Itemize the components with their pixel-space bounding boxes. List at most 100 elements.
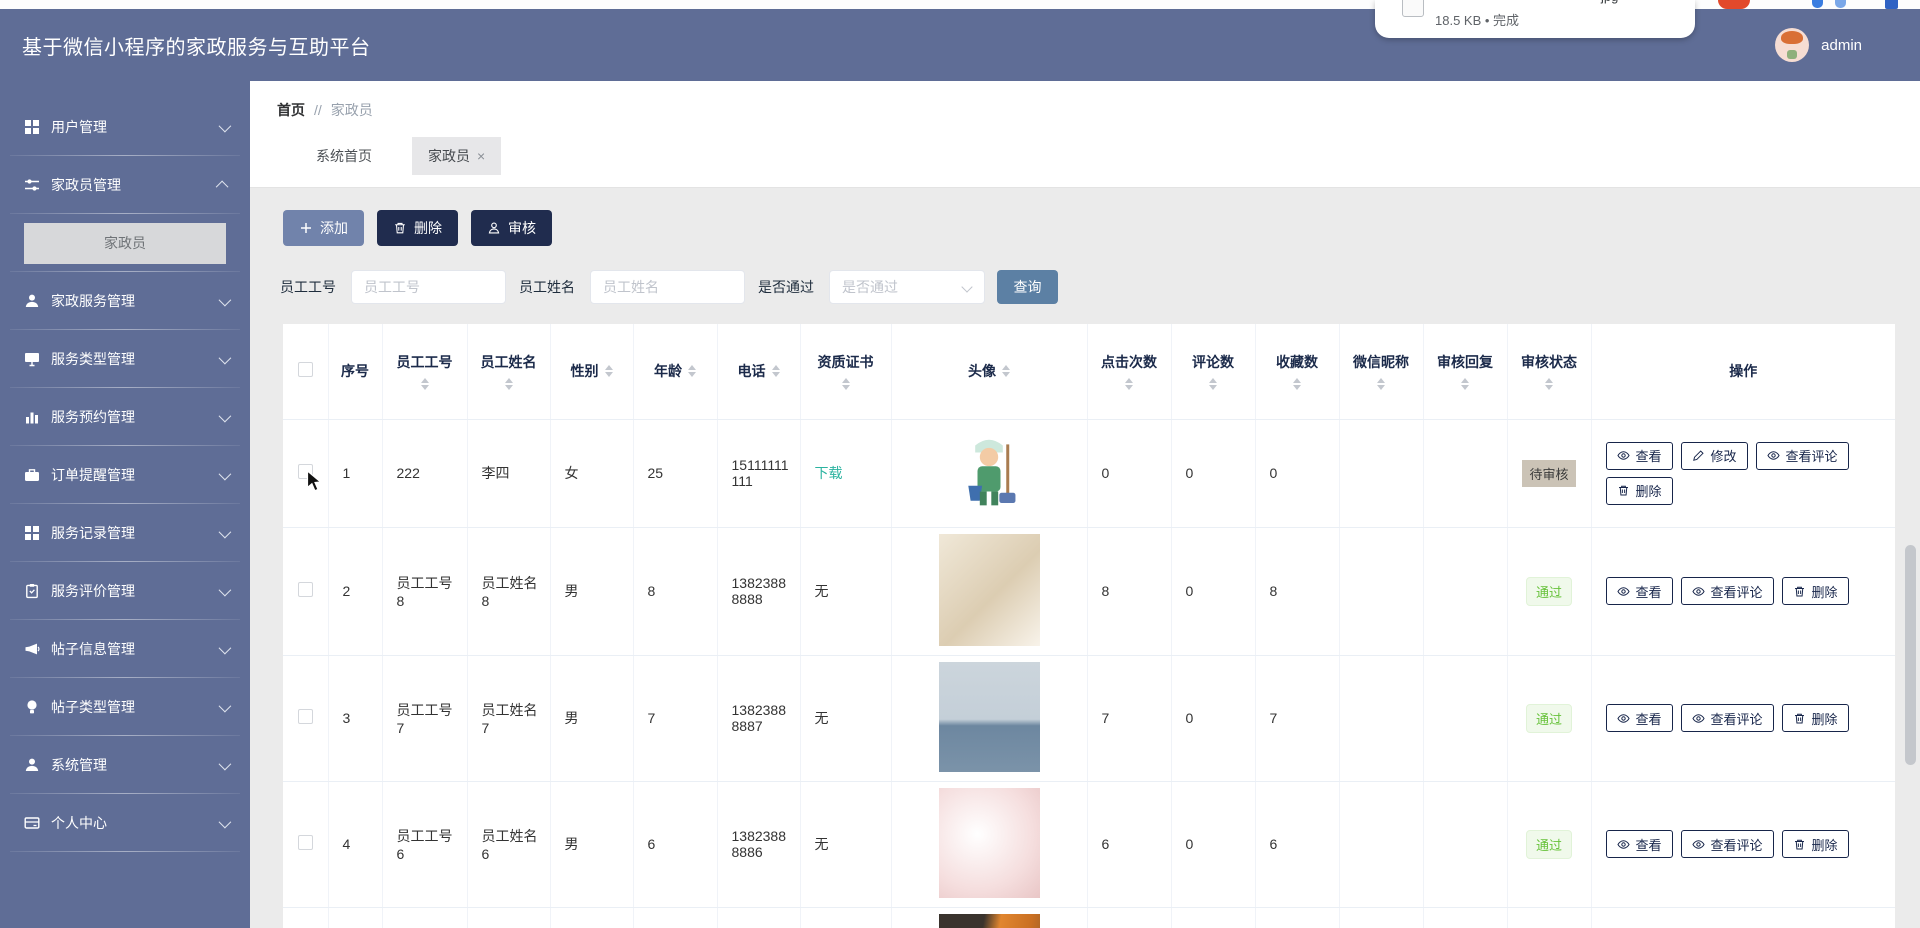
emp-id-input[interactable] — [351, 270, 506, 304]
tab-housekeeper[interactable]: 家政员 × — [412, 137, 501, 175]
col-emp-id[interactable]: 员工工号 — [383, 352, 467, 390]
close-icon[interactable]: × — [477, 149, 485, 163]
chevron-down-icon — [219, 641, 232, 654]
username: admin — [1821, 37, 1862, 54]
view-button[interactable]: 查看 — [1606, 704, 1673, 732]
audit-button[interactable]: 审核 — [471, 210, 552, 246]
chevron-down-icon — [219, 409, 232, 422]
view-button[interactable]: 查看 — [1606, 830, 1673, 858]
delete-row-button[interactable]: 删除 — [1782, 830, 1849, 858]
col-favorites[interactable]: 收藏数 — [1256, 352, 1339, 390]
sort-icon — [1002, 365, 1010, 377]
delete-row-button[interactable]: 删除 — [1606, 477, 1673, 505]
avatar-image-photo — [939, 534, 1040, 646]
view-comments-button[interactable]: 查看评论 — [1681, 830, 1774, 858]
sort-icon — [505, 378, 513, 390]
tab-bar: 系统首页 家政员 × — [300, 136, 501, 176]
chevron-down-icon — [219, 815, 232, 828]
view-comments-button[interactable]: 查看评论 — [1681, 577, 1774, 605]
view-comments-button[interactable]: 查看评论 — [1681, 704, 1774, 732]
delete-button[interactable]: 删除 — [377, 210, 458, 246]
chevron-down-icon — [219, 583, 232, 596]
chevron-down-icon — [219, 293, 232, 306]
chevron-down-icon — [219, 351, 232, 364]
file-icon — [1402, 0, 1424, 17]
eye-icon — [1692, 585, 1705, 598]
col-clicks[interactable]: 点击次数 — [1088, 352, 1171, 390]
row-checkbox[interactable] — [298, 709, 313, 724]
trash-icon — [393, 221, 407, 235]
sidebar: 用户管理 家政员管理 家政员 家政服务管理 服务类型管理 服务预约管理 订单提醒… — [0, 81, 250, 928]
breadcrumb-separator: // — [314, 102, 322, 118]
trash-icon — [1793, 712, 1806, 725]
add-button[interactable]: 添加 — [283, 210, 364, 246]
sidebar-item-user-mgmt[interactable]: 用户管理 — [0, 98, 250, 156]
col-audit-status[interactable]: 审核状态 — [1508, 352, 1591, 390]
browser-logo-fragment — [1718, 0, 1750, 9]
sidebar-item-personal-center[interactable]: 个人中心 — [0, 794, 250, 852]
status-badge-pass: 通过 — [1526, 704, 1572, 733]
sidebar-item-service-review-mgmt[interactable]: 服务评价管理 — [0, 562, 250, 620]
avatar[interactable] — [1775, 28, 1809, 62]
breadcrumb-home[interactable]: 首页 — [277, 100, 305, 120]
chevron-down-icon — [219, 757, 232, 770]
emp-name-input[interactable] — [590, 270, 745, 304]
trash-icon — [1793, 585, 1806, 598]
download-size-status: 18.5 KB • 完成 — [1435, 10, 1519, 29]
row-checkbox[interactable] — [298, 582, 313, 597]
query-button[interactable]: 查询 — [997, 270, 1058, 304]
edit-button[interactable]: 修改 — [1681, 442, 1748, 470]
select-all-checkbox[interactable] — [298, 362, 313, 377]
plus-icon — [299, 221, 313, 235]
download-notification[interactable]: 18.5 KB • 完成 jpg — [1375, 0, 1695, 38]
col-certificate[interactable]: 资质证书 — [801, 352, 891, 390]
avatar-image-photo — [939, 662, 1040, 772]
table-row: 3 员工工号7 员工姓名7 男 7 13823888887 无 7 0 7 通过 — [283, 655, 1895, 781]
col-phone[interactable]: 电话 — [718, 361, 800, 381]
breadcrumb: 首页 // 家政员 — [277, 100, 373, 120]
delete-row-button[interactable]: 删除 — [1782, 577, 1849, 605]
col-wechat[interactable]: 微信昵称 — [1340, 352, 1423, 390]
col-audit-reply[interactable]: 审核回复 — [1424, 352, 1507, 390]
tab-system-home[interactable]: 系统首页 — [300, 137, 388, 175]
sidebar-item-post-info-mgmt[interactable]: 帖子信息管理 — [0, 620, 250, 678]
table-row: 4 员工工号6 员工姓名6 男 6 13823888886 无 6 0 6 通过 — [283, 781, 1895, 907]
delete-row-button[interactable]: 删除 — [1782, 704, 1849, 732]
row-actions: 查看 查看评论 删除 — [1606, 830, 1882, 858]
certificate-download-link[interactable]: 下载 — [815, 465, 843, 481]
status-badge-pending: 待审核 — [1522, 460, 1575, 487]
pass-filter-select[interactable]: 是否通过 — [829, 270, 985, 304]
sort-icon — [1293, 378, 1301, 390]
idcard-icon — [24, 815, 40, 831]
eye-icon — [1617, 838, 1630, 851]
sidebar-item-housekeeper-mgmt[interactable]: 家政员管理 — [0, 156, 250, 214]
row-checkbox[interactable] — [298, 835, 313, 850]
view-button[interactable]: 查看 — [1606, 577, 1673, 605]
breadcrumb-current: 家政员 — [331, 100, 373, 120]
sidebar-item-post-type-mgmt[interactable]: 帖子类型管理 — [0, 678, 250, 736]
sort-icon — [772, 365, 780, 377]
sidebar-item-service-mgmt[interactable]: 家政服务管理 — [0, 272, 250, 330]
sidebar-submenu: 家政员 — [0, 214, 250, 272]
sort-icon — [1461, 378, 1469, 390]
sidebar-subitem-housekeeper[interactable]: 家政员 — [24, 223, 226, 264]
sort-icon — [421, 378, 429, 390]
col-comments[interactable]: 评论数 — [1172, 352, 1255, 390]
user-menu[interactable]: admin — [1775, 28, 1862, 62]
view-button[interactable]: 查看 — [1606, 442, 1673, 470]
col-avatar[interactable]: 头像 — [892, 361, 1087, 381]
col-gender[interactable]: 性别 — [551, 361, 633, 381]
col-seq[interactable]: 序号 — [341, 363, 369, 379]
sidebar-item-service-type-mgmt[interactable]: 服务类型管理 — [0, 330, 250, 388]
toolbar: 添加 删除 审核 — [283, 210, 552, 246]
sidebar-item-service-record-mgmt[interactable]: 服务记录管理 — [0, 504, 250, 562]
col-emp-name[interactable]: 员工姓名 — [468, 352, 550, 390]
row-checkbox[interactable] — [298, 464, 313, 479]
sidebar-item-system-mgmt[interactable]: 系统管理 — [0, 736, 250, 794]
sidebar-item-booking-mgmt[interactable]: 服务预约管理 — [0, 388, 250, 446]
view-comments-button[interactable]: 查看评论 — [1756, 442, 1849, 470]
pass-label: 是否通过 — [758, 277, 814, 297]
col-age[interactable]: 年龄 — [634, 361, 717, 381]
sidebar-item-order-reminder-mgmt[interactable]: 订单提醒管理 — [0, 446, 250, 504]
vertical-scrollbar[interactable] — [1905, 545, 1916, 765]
